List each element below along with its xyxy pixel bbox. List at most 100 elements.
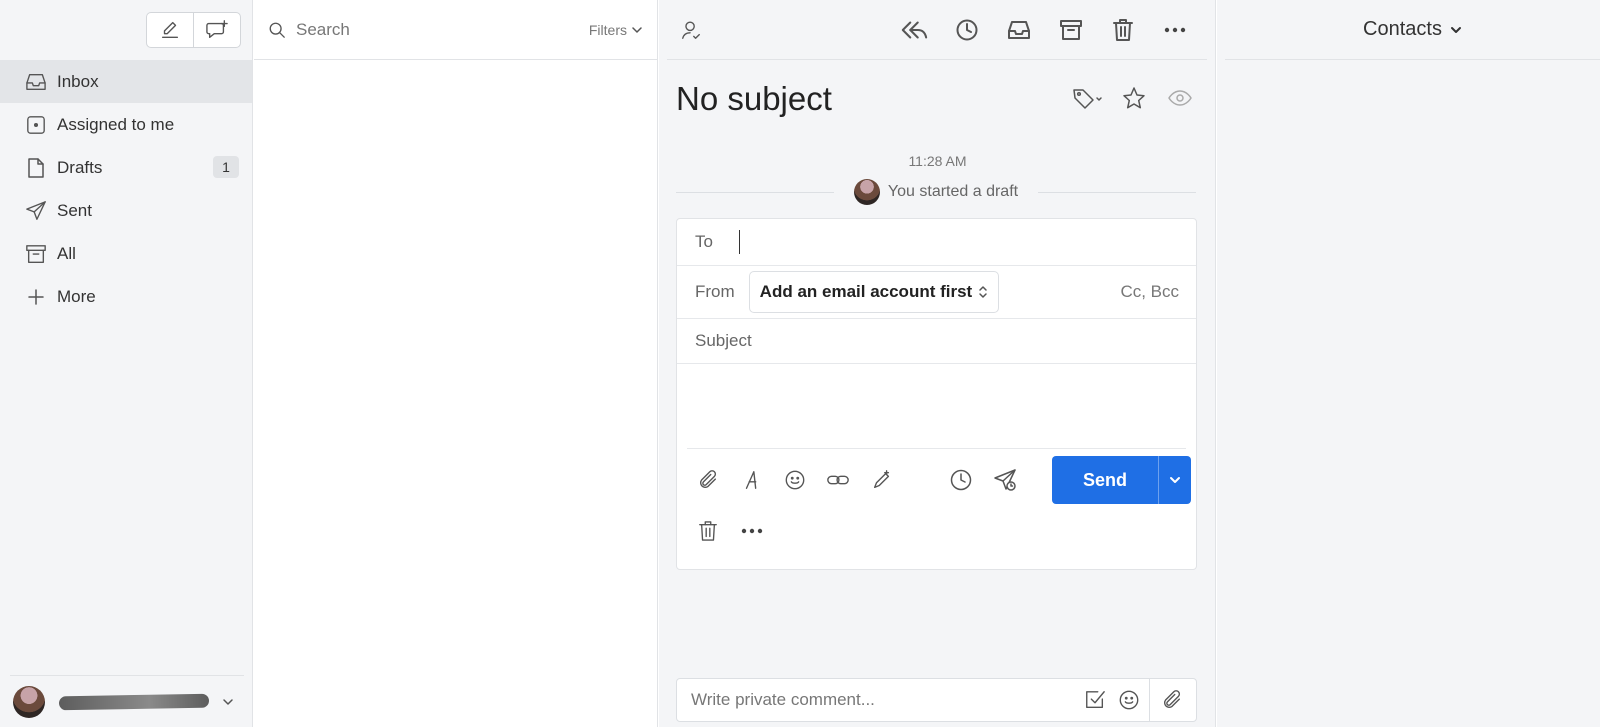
draft-more-button[interactable] [738,517,766,545]
subject-row: Subject [677,319,1196,364]
comment-attach-button[interactable] [1158,686,1186,714]
signature-button[interactable] [868,466,896,494]
chat-plus-icon [206,20,228,39]
text-format-icon [745,471,757,489]
sidebar-nav: Inbox Assigned to me Drafts 1 Sent All M… [0,60,252,318]
divider [1149,678,1150,722]
sidebar: Inbox Assigned to me Drafts 1 Sent All M… [0,0,253,727]
comment-box [676,678,1197,722]
pencil-icon [161,21,179,39]
archive-button[interactable] [1057,16,1085,44]
reply-all-icon [901,21,928,39]
send-schedule-icon [994,469,1016,491]
to-input[interactable] [738,230,740,254]
watch-button[interactable] [1167,86,1193,110]
format-button[interactable] [738,466,766,494]
discard-draft-button[interactable] [694,517,722,545]
cc-bcc-button[interactable]: Cc, Bcc [1120,282,1179,302]
trash-icon [1113,19,1133,41]
filters-button[interactable]: Filters [589,22,643,38]
search-input[interactable] [296,19,566,40]
conversation-title: No subject [676,80,832,117]
draft-composer: To From Add an email account first Cc, B… [676,218,1197,570]
paperclip-icon [699,470,717,489]
more-dots-icon [1164,27,1186,33]
scheduled-send-button[interactable] [991,466,1019,494]
chevron-down-icon [1170,477,1180,483]
chevron-updown-icon [979,286,987,298]
assign-button[interactable] [677,16,705,44]
contacts-dropdown[interactable]: Contacts [1225,0,1600,60]
assigned-icon [24,113,48,137]
from-row: From Add an email account first Cc, Bcc [677,266,1196,319]
emoji-icon [785,470,805,490]
message-body-editor[interactable] [677,364,1196,448]
star-icon [1123,87,1145,109]
search-bar: Filters [254,0,657,60]
avatar [13,685,45,718]
redacted-account-name [58,693,210,710]
sidebar-item-more[interactable]: More [0,275,252,318]
compose-button[interactable] [147,13,193,47]
sidebar-item-label: Sent [57,200,92,220]
from-value: Add an email account first [759,282,973,301]
filters-label: Filters [588,21,627,38]
compose-actions [146,12,241,48]
conversation-pane: No subject 11:28 AM You started a draft … [659,0,1216,727]
checkbox-icon [1086,691,1105,709]
clock-icon [950,469,972,491]
send-button-group: Send [1052,456,1191,504]
event-time: 11:28 AM [908,153,967,169]
comment-emoji-button[interactable] [1115,686,1143,714]
sidebar-item-all[interactable]: All [0,232,252,275]
contacts-pane: Contacts [1217,0,1600,727]
draft-event: You started a draft [676,179,1197,205]
comment-input[interactable] [691,690,1071,710]
tag-icon [1073,89,1102,109]
to-label: To [695,232,713,251]
signature-pen-icon [873,470,890,489]
sidebar-item-label: More [57,286,96,306]
plus-icon [24,285,48,309]
send-plane-icon [24,199,48,223]
emoji-button[interactable] [781,466,809,494]
from-label: From [695,282,735,301]
snooze-button[interactable] [953,16,981,44]
more-actions-button[interactable] [1161,16,1189,44]
link-button[interactable] [824,466,852,494]
sidebar-item-assigned[interactable]: Assigned to me [0,103,252,146]
message-list-pane: Filters [254,0,658,727]
sidebar-item-drafts[interactable]: Drafts 1 [0,146,252,189]
tag-button[interactable] [1071,86,1105,110]
conversation-toolbar [667,0,1207,60]
eye-icon [1168,90,1192,106]
send-button[interactable]: Send [1052,456,1158,504]
reply-all-button[interactable] [900,16,928,44]
sidebar-item-label: Drafts [57,157,103,177]
send-options-button[interactable] [1158,456,1191,504]
delete-button[interactable] [1109,16,1137,44]
contacts-title: Contacts [1363,18,1442,40]
archive-icon [1060,20,1082,40]
clock-icon [956,19,978,41]
more-dots-icon [741,528,763,534]
sidebar-item-sent[interactable]: Sent [0,189,252,232]
account-switcher[interactable] [10,675,244,727]
task-button[interactable] [1081,686,1109,714]
from-account-select[interactable]: Add an email account first [748,271,1000,313]
composer-toolbar: Send [687,448,1191,510]
paperclip-icon [1163,690,1181,709]
subject-input[interactable]: Subject [695,331,752,351]
chevron-down-icon [1450,26,1461,33]
chevron-down-icon [223,698,233,705]
inbox-icon [1008,21,1030,39]
file-icon [24,156,48,180]
move-to-inbox-button[interactable] [1005,16,1033,44]
sidebar-item-label: Inbox [57,71,99,91]
sidebar-item-inbox[interactable]: Inbox [0,60,252,103]
attach-button[interactable] [694,466,722,494]
send-later-button[interactable] [947,466,975,494]
drafts-count-badge: 1 [213,156,239,178]
star-button[interactable] [1122,86,1146,110]
new-chat-button[interactable] [193,13,240,47]
